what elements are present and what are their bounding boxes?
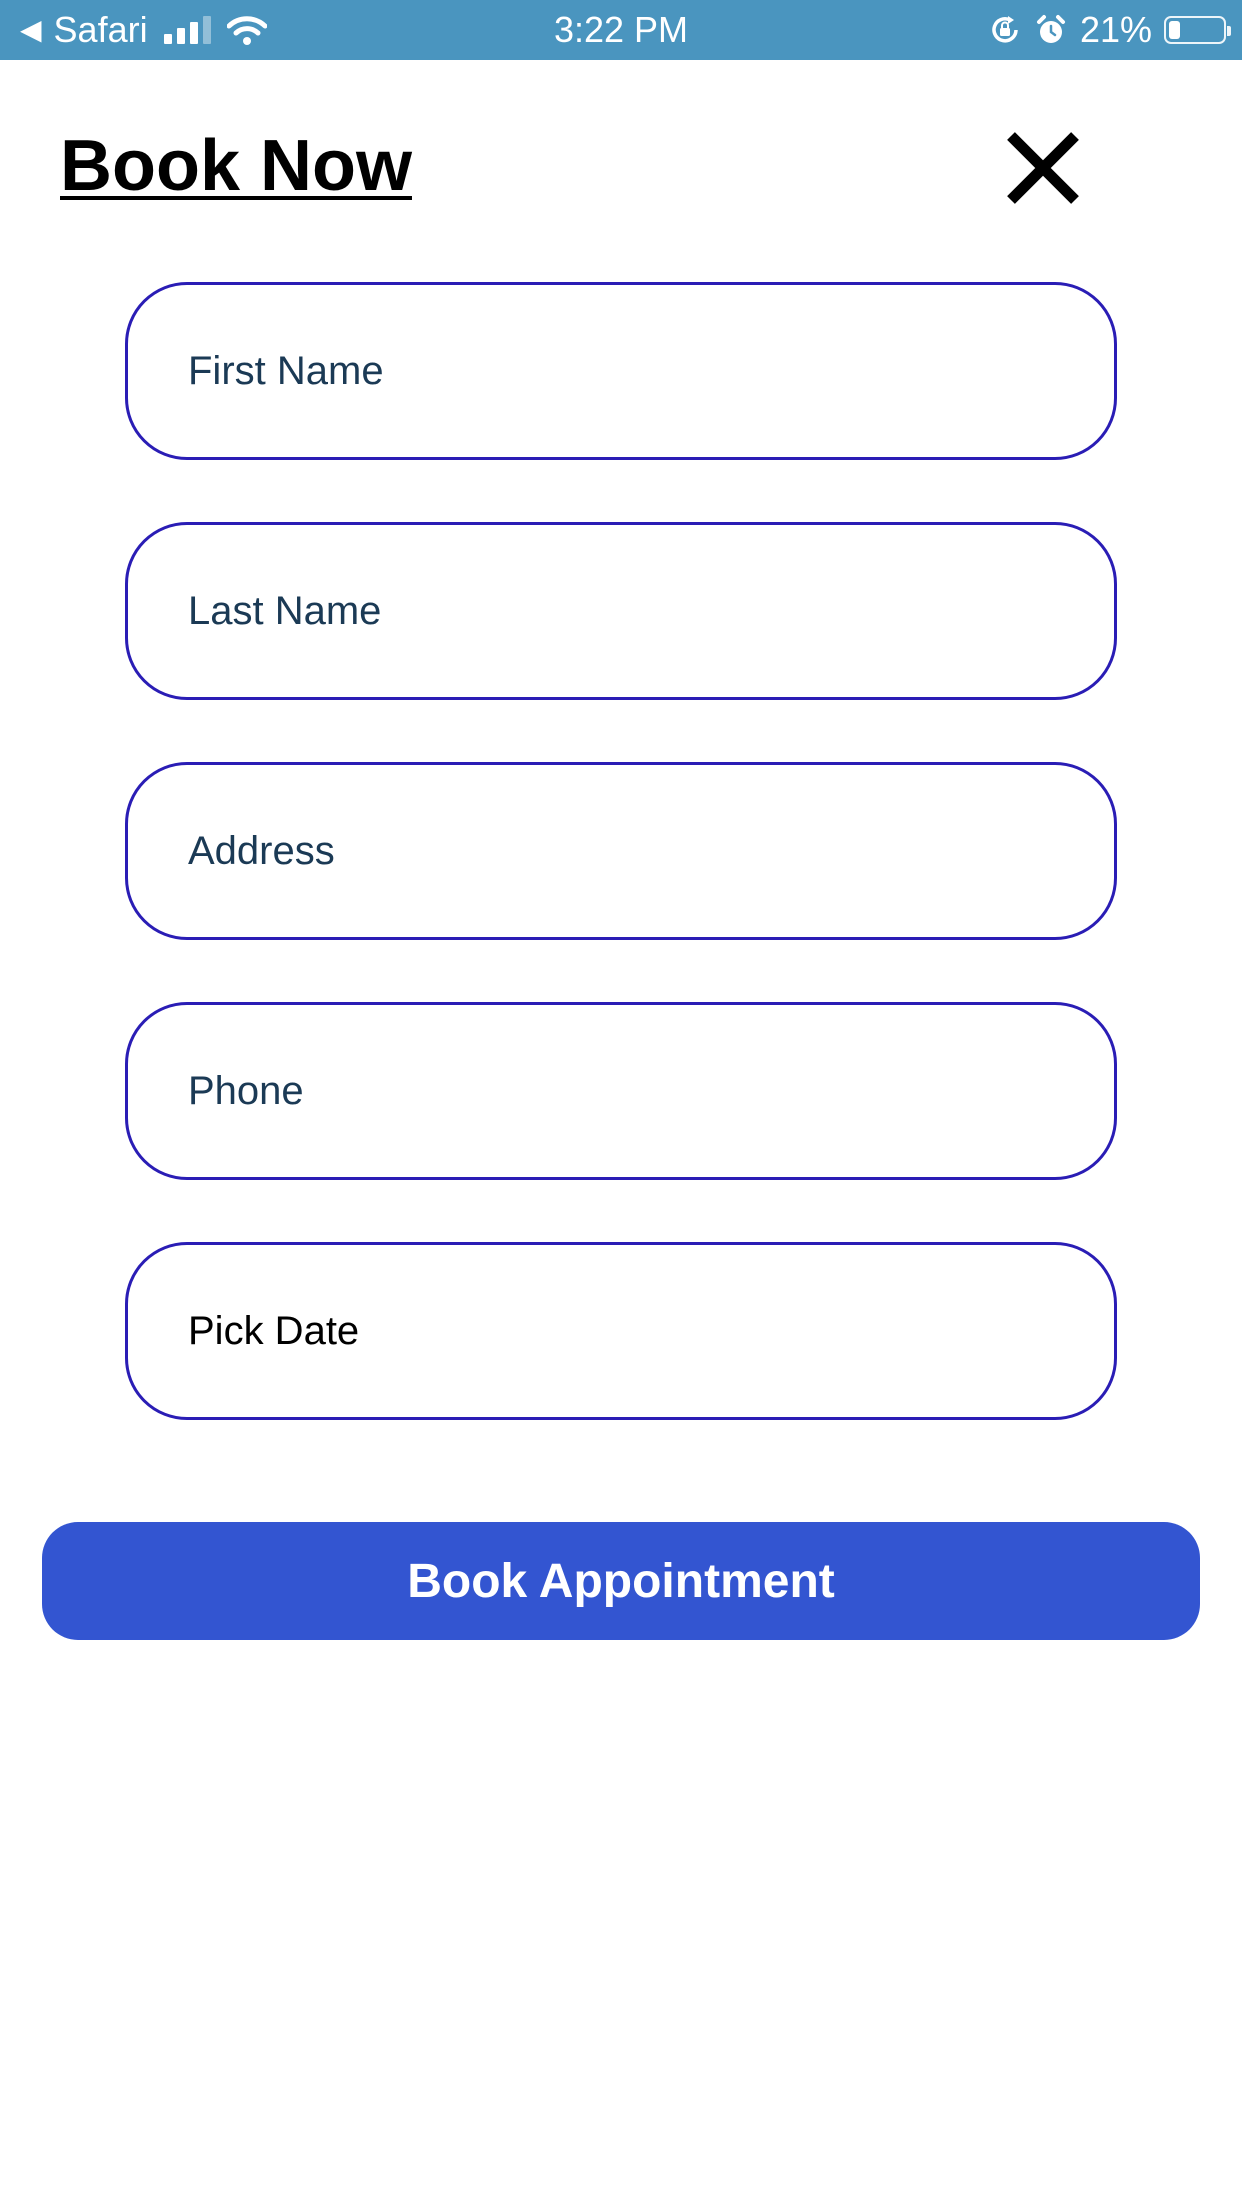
date-picker-field[interactable]: Pick Date [125,1242,1117,1420]
battery-icon [1164,16,1231,44]
status-bar-right: 21% [988,0,1231,60]
battery-level-fill [1169,21,1180,39]
book-appointment-button[interactable]: Book Appointment [42,1522,1200,1640]
phone-input[interactable] [188,1005,1048,1177]
address-input[interactable] [188,765,1048,937]
back-arrow-icon[interactable]: ◀ [20,16,42,44]
orientation-lock-icon [992,16,1018,43]
page-title: Book Now [60,126,412,206]
status-bar: ◀ Safari 3:22 PM 21% [0,0,1242,60]
first-name-input[interactable] [188,285,1048,457]
alarm-icon [1036,15,1065,43]
back-to-app-label[interactable]: Safari [54,12,148,48]
close-icon[interactable] [1003,128,1083,208]
address-field [125,762,1117,940]
battery-percent: 21% [1079,9,1152,50]
wifi-icon [226,16,267,45]
battery-cap [1227,26,1231,36]
first-name-field [125,282,1117,460]
last-name-field [125,522,1117,700]
status-bar-left: ◀ Safari [20,0,267,60]
last-name-input[interactable] [188,525,1048,697]
phone-field [125,1002,1117,1180]
cellular-signal-icon [163,16,211,44]
date-picker-label: Pick Date [188,1309,360,1353]
